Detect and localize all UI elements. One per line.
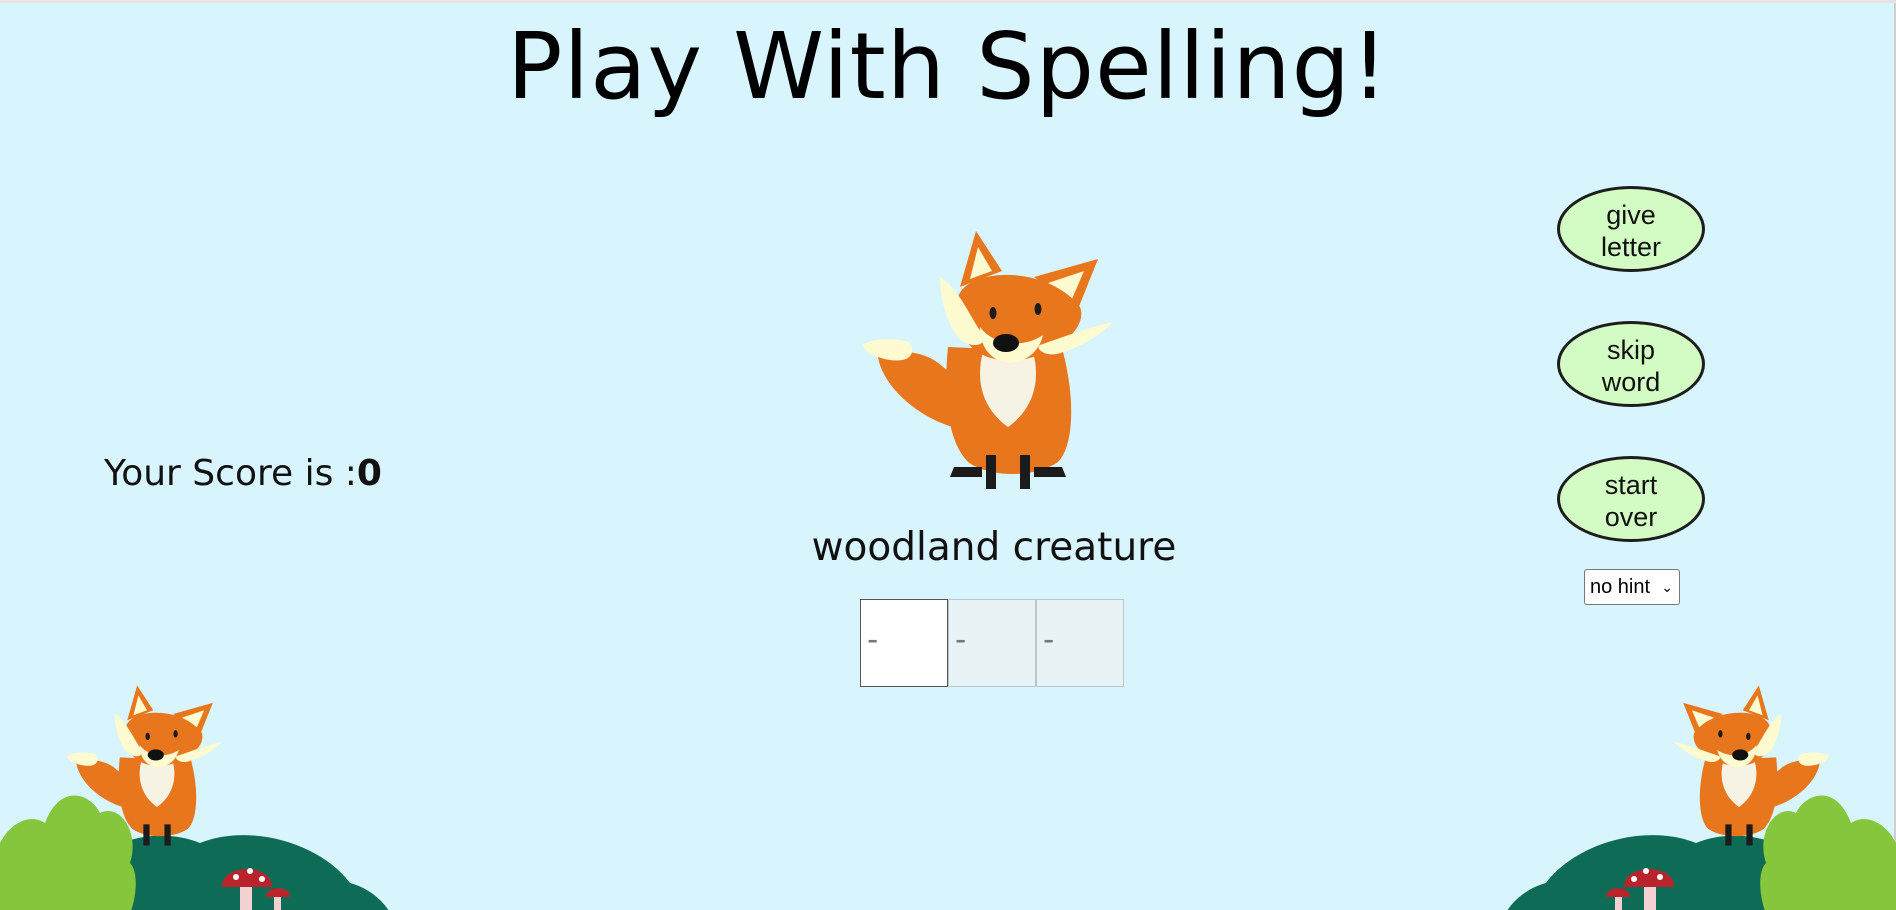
page-title: Play With Spelling! [507, 13, 1389, 120]
letter-box-1[interactable]: - [860, 599, 948, 687]
fox-scene-left [0, 685, 389, 910]
hint-select[interactable]: no hint ⌄ [1584, 569, 1680, 605]
give-letter-button[interactable]: give letter [1557, 186, 1705, 272]
start-over-label-line2: over [1604, 502, 1658, 532]
skip-word-button[interactable]: skip word [1557, 321, 1705, 407]
letter-box-2[interactable]: - [948, 599, 1036, 687]
score-display: Your Score is :0 [104, 453, 382, 494]
skip-word-label-line1: skip [1606, 335, 1655, 365]
give-letter-label-line2: letter [1600, 232, 1662, 262]
letter-box-3[interactable]: - [1036, 599, 1124, 687]
chevron-down-icon: ⌄ [1661, 579, 1673, 595]
give-letter-label-line1: give [1606, 200, 1656, 230]
fox-scene-right [1507, 685, 1896, 910]
fox-icon [862, 231, 1113, 489]
start-over-button[interactable]: start over [1557, 456, 1705, 542]
start-over-label-line1: start [1604, 470, 1658, 500]
score-label: Your Score is : [104, 453, 357, 494]
letter-input-row: - - - [860, 599, 1124, 687]
skip-word-label-line2: word [1601, 367, 1661, 397]
hint-select-value: no hint [1590, 576, 1651, 598]
score-value: 0 [356, 453, 382, 494]
